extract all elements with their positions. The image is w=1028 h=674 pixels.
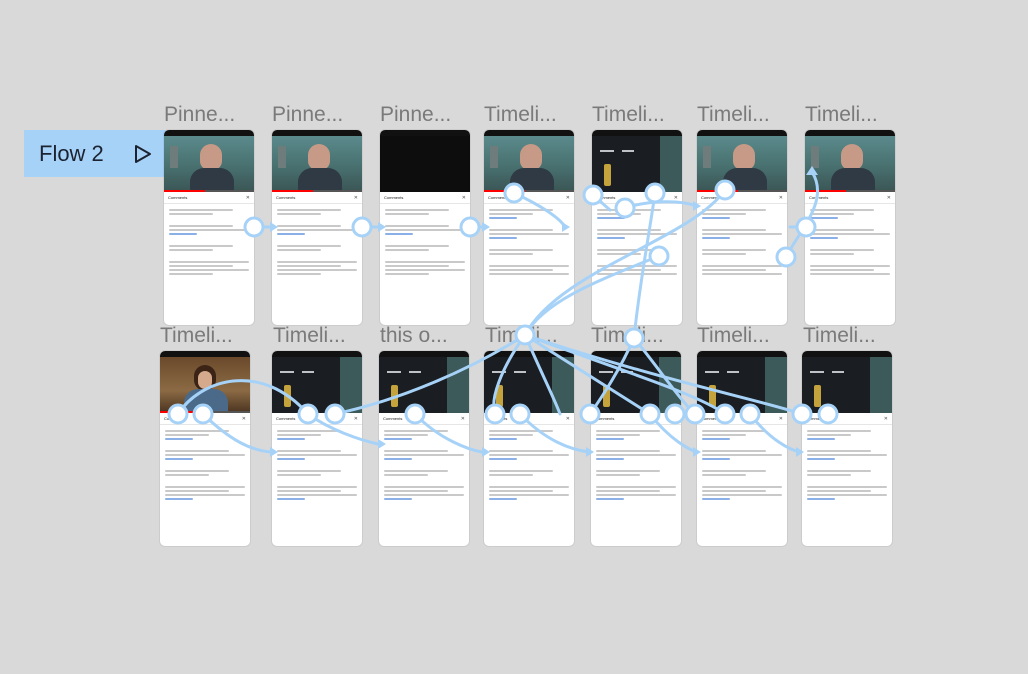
hotspot-node bbox=[714, 403, 736, 425]
hotspot-node bbox=[484, 403, 506, 425]
connector-line bbox=[333, 333, 527, 416]
hotspot-node bbox=[582, 184, 604, 206]
hotspot-node bbox=[775, 246, 797, 268]
hotspot-node bbox=[644, 182, 666, 204]
hotspot-node bbox=[503, 182, 525, 204]
connector-line bbox=[588, 336, 636, 416]
hotspot-node bbox=[243, 216, 265, 238]
arrowhead-icon bbox=[378, 439, 386, 449]
arrowhead-icon bbox=[270, 447, 278, 457]
hotspot-node bbox=[324, 403, 346, 425]
arrowhead-icon bbox=[586, 447, 594, 457]
hotspot-node bbox=[684, 403, 706, 425]
arrowhead-icon bbox=[482, 447, 490, 457]
hotspot-node bbox=[297, 403, 319, 425]
arrowhead-icon bbox=[806, 166, 818, 175]
hotspot-node bbox=[791, 403, 813, 425]
connector-line bbox=[413, 412, 484, 454]
prototype-connections bbox=[167, 166, 839, 457]
hotspot-node bbox=[714, 179, 736, 201]
hotspot-node bbox=[739, 403, 761, 425]
hotspot-node bbox=[514, 324, 536, 346]
prototype-canvas: Flow 2 Pinne... Comments ✕ Pinne... Comme… bbox=[0, 0, 1028, 674]
arrowhead-icon bbox=[796, 447, 804, 457]
hotspot-node bbox=[167, 403, 189, 425]
hotspot-node bbox=[192, 403, 214, 425]
arrowhead-icon bbox=[482, 222, 490, 232]
arrowhead-icon bbox=[378, 222, 386, 232]
connector-line bbox=[623, 200, 699, 210]
hotspot-node bbox=[404, 403, 426, 425]
arrowhead-icon bbox=[270, 222, 278, 232]
arrowhead-icon bbox=[562, 222, 570, 232]
arrowhead-icon bbox=[693, 447, 701, 457]
hotspot-node bbox=[579, 403, 601, 425]
connector-line bbox=[492, 333, 527, 416]
hotspot-node bbox=[795, 216, 817, 238]
hotspot-node bbox=[817, 403, 839, 425]
hotspot-node bbox=[509, 403, 531, 425]
hotspot-node bbox=[459, 216, 481, 238]
connector-line bbox=[201, 412, 272, 454]
hotspot-node bbox=[623, 327, 645, 349]
connector-line bbox=[518, 412, 592, 454]
connector-line bbox=[784, 170, 819, 259]
hotspot-node bbox=[648, 245, 670, 267]
arrowhead-icon bbox=[693, 201, 701, 211]
hotspot-node bbox=[639, 403, 661, 425]
hotspot-node bbox=[614, 197, 636, 219]
hotspot-node bbox=[351, 216, 373, 238]
hotspot-node bbox=[664, 403, 686, 425]
